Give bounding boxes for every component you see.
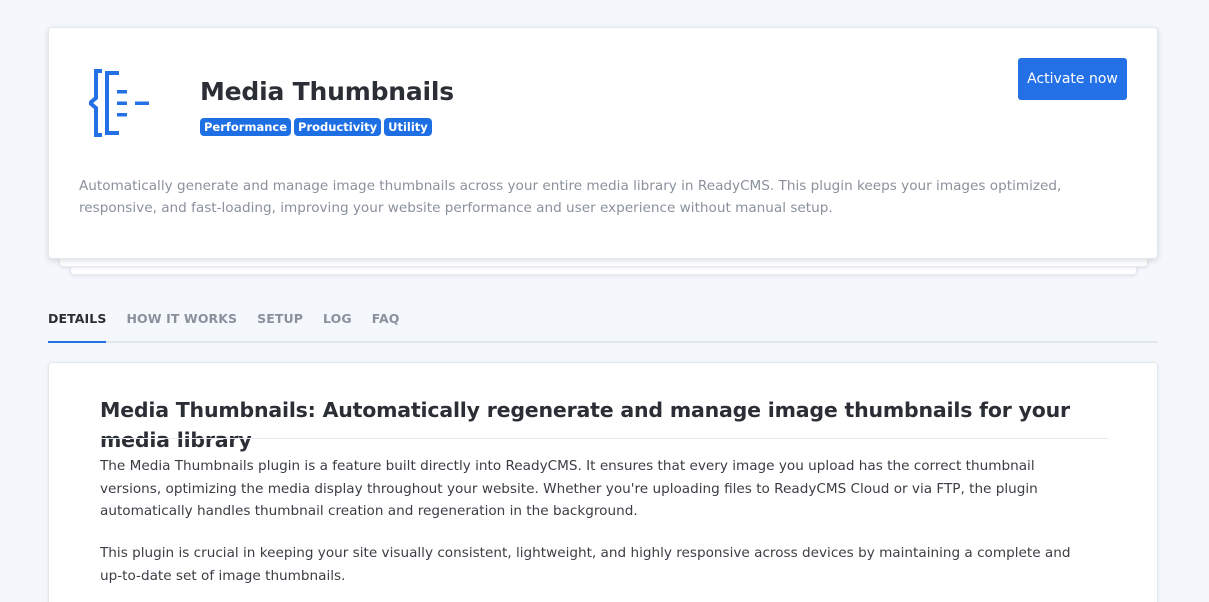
plugin-title: Media Thumbnails: [200, 77, 454, 106]
plugin-description: Automatically generate and manage image …: [79, 178, 1062, 216]
details-paragraph-2: This plugin is crucial in keeping your s…: [100, 545, 1071, 584]
tab-how-it-works[interactable]: HOW IT WORKS: [126, 307, 237, 341]
plugin-header-stack: Media Thumbnails Performance Productivit…: [48, 27, 1158, 277]
heading-divider: [100, 438, 1108, 439]
tab-details[interactable]: DETAILS: [48, 307, 107, 343]
plugin-header-card: Media Thumbnails Performance Productivit…: [48, 27, 1158, 259]
activate-now-button[interactable]: Activate now: [1018, 58, 1127, 100]
plugin-detail-page: Media Thumbnails Performance Productivit…: [0, 0, 1209, 602]
media-thumbnails-logo-icon: [89, 69, 149, 137]
details-heading: Media Thumbnails: Automatically regenera…: [100, 398, 1070, 452]
tag-productivity[interactable]: Productivity: [294, 118, 382, 136]
tag-utility[interactable]: Utility: [384, 118, 432, 136]
plugin-tags: Performance Productivity Utility: [200, 118, 432, 136]
tab-setup[interactable]: SETUP: [257, 307, 303, 341]
tab-faq[interactable]: FAQ: [372, 307, 400, 341]
plugin-tabs: DETAILS HOW IT WORKS SETUP LOG FAQ: [48, 307, 1158, 343]
tab-log[interactable]: LOG: [323, 307, 352, 341]
details-paragraph-1: The Media Thumbnails plugin is a feature…: [100, 458, 1038, 519]
details-content-card: Media Thumbnails: Automatically regenera…: [48, 362, 1158, 602]
tag-performance[interactable]: Performance: [200, 118, 292, 136]
